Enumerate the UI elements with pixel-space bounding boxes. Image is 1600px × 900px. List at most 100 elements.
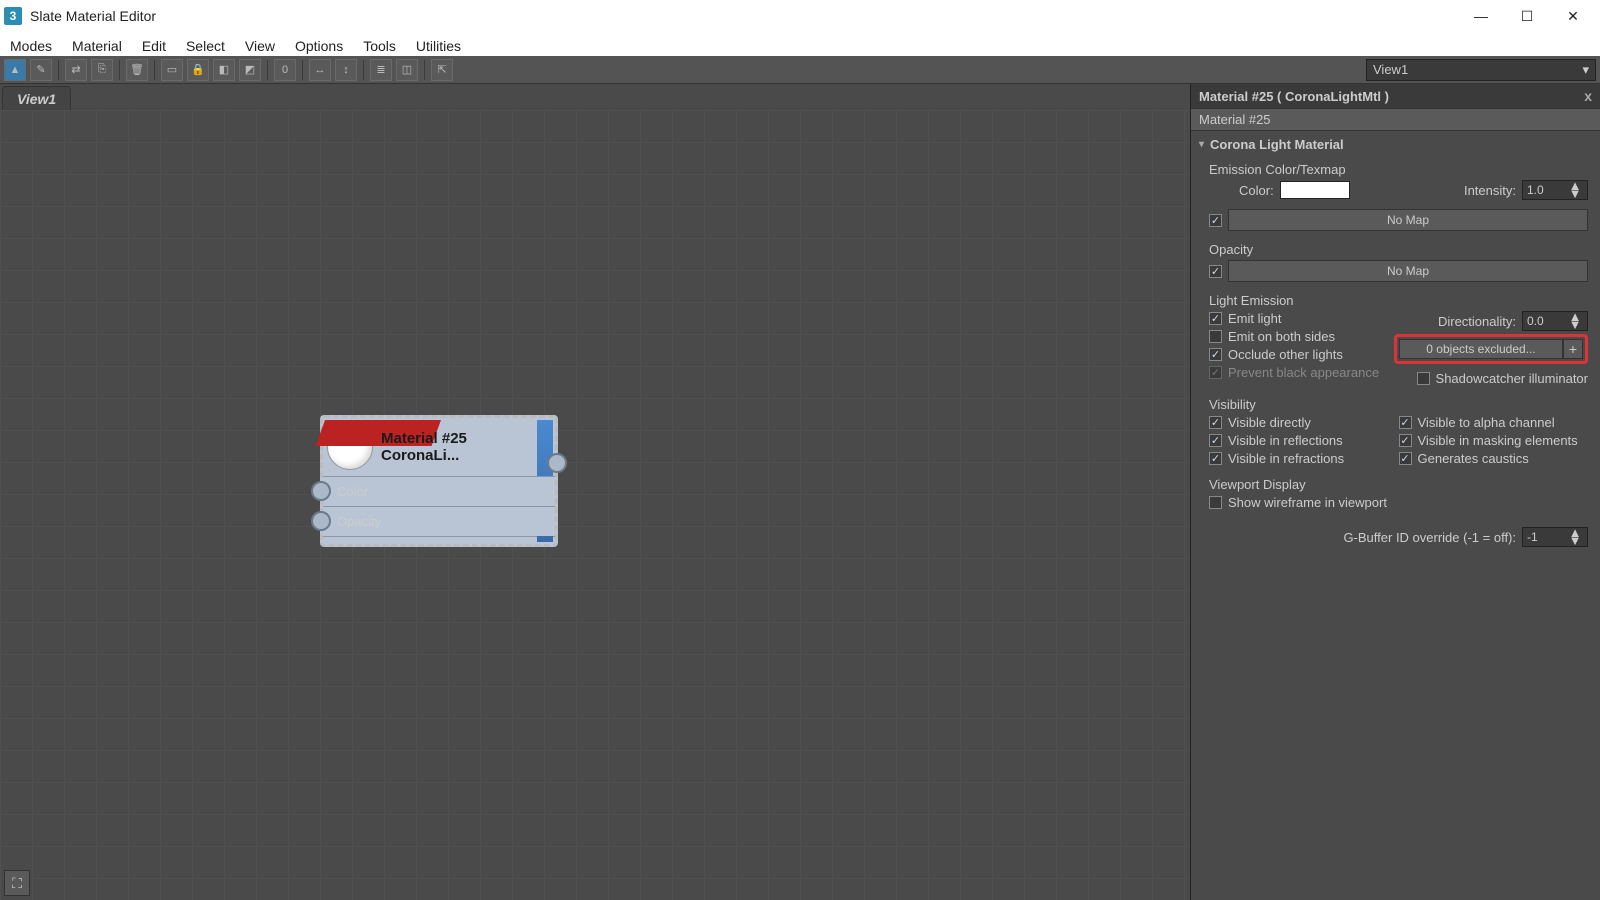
panel-title: Material #25 ( CoronaLightMtl ): [1199, 89, 1389, 104]
tool-assign[interactable]: ⇄: [65, 59, 87, 81]
visible-directly-label: Visible directly: [1228, 415, 1311, 430]
intensity-spinner[interactable]: ▲▼: [1522, 180, 1588, 200]
tool-sample[interactable]: ✎: [30, 59, 52, 81]
gbuffer-spinner[interactable]: ▲▼: [1522, 527, 1588, 547]
visible-masking-label: Visible in masking elements: [1418, 433, 1578, 448]
visible-directly-checkbox[interactable]: [1209, 416, 1222, 429]
node-subtitle: CoronaLi...: [381, 447, 467, 464]
tool-bg[interactable]: ◧: [213, 59, 235, 81]
prevent-label: Prevent black appearance: [1228, 365, 1379, 380]
nav-icon[interactable]: ⛶: [4, 870, 30, 896]
tool-lock[interactable]: 🔒: [187, 59, 209, 81]
visible-alpha-checkbox[interactable]: [1399, 416, 1412, 429]
tool-layout[interactable]: ▭: [161, 59, 183, 81]
spinner-down-icon[interactable]: ▼: [1567, 321, 1583, 329]
generates-caustics-label: Generates caustics: [1418, 451, 1529, 466]
material-name-field[interactable]: Material #25: [1191, 108, 1600, 131]
visible-alpha-label: Visible to alpha channel: [1418, 415, 1555, 430]
output-socket[interactable]: [547, 453, 567, 473]
opacity-map-checkbox[interactable]: [1209, 265, 1222, 278]
rollup-title: Corona Light Material: [1210, 137, 1344, 152]
emit-light-checkbox[interactable]: [1209, 312, 1222, 325]
emit-both-checkbox[interactable]: [1209, 330, 1222, 343]
occlude-checkbox[interactable]: [1209, 348, 1222, 361]
directionality-spinner[interactable]: ▲▼: [1522, 311, 1588, 331]
node-title: Material #25: [381, 430, 467, 447]
rollup-header[interactable]: ▾ Corona Light Material: [1191, 131, 1600, 158]
material-node[interactable]: Material #25 CoronaLi... Color Opacity: [320, 415, 558, 547]
close-button[interactable]: ✕: [1550, 0, 1596, 32]
tool-zero[interactable]: 0: [274, 59, 296, 81]
excluded-add-button[interactable]: +: [1563, 339, 1583, 359]
tool-list[interactable]: ≣: [370, 59, 392, 81]
node-input-label: Opacity: [337, 514, 381, 529]
tool-delete[interactable]: 🗑: [126, 59, 148, 81]
panel-close-icon[interactable]: x: [1584, 88, 1592, 104]
node-canvas[interactable]: Material #25 CoronaLi... Color Opacity ⛶: [0, 110, 1190, 900]
shadowcatcher-checkbox[interactable]: [1417, 372, 1430, 385]
input-socket-color[interactable]: [311, 481, 331, 501]
input-socket-opacity[interactable]: [311, 511, 331, 531]
spinner-down-icon[interactable]: ▼: [1567, 537, 1583, 545]
view-selector-label: View1: [1373, 62, 1408, 77]
titlebar: 3 Slate Material Editor — ☐ ✕: [0, 0, 1600, 32]
group-viewport: Viewport Display: [1209, 477, 1588, 492]
group-light-emission: Light Emission: [1209, 293, 1588, 308]
generates-caustics-checkbox[interactable]: [1399, 452, 1412, 465]
intensity-label: Intensity:: [1464, 183, 1516, 198]
tool-param[interactable]: ◫: [396, 59, 418, 81]
wireframe-checkbox[interactable]: [1209, 496, 1222, 509]
tool-flowh[interactable]: ↔: [309, 59, 331, 81]
emission-map-button[interactable]: No Map: [1228, 209, 1588, 231]
node-header[interactable]: Material #25 CoronaLi...: [323, 418, 555, 476]
opacity-map-button[interactable]: No Map: [1228, 260, 1588, 282]
maximize-button[interactable]: ☐: [1504, 0, 1550, 32]
node-input-opacity[interactable]: Opacity: [323, 506, 555, 536]
spinner-down-icon[interactable]: ▼: [1567, 190, 1583, 198]
intensity-input[interactable]: [1523, 183, 1567, 197]
window-title: Slate Material Editor: [30, 8, 156, 24]
menu-utilities[interactable]: Utilities: [416, 38, 461, 54]
gbuffer-label: G-Buffer ID override (-1 = off):: [1343, 530, 1516, 545]
view-tab[interactable]: View1: [2, 86, 71, 111]
emission-color-swatch[interactable]: [1280, 181, 1350, 199]
prevent-checkbox: [1209, 366, 1222, 379]
emit-light-label: Emit light: [1228, 311, 1281, 326]
visible-refractions-checkbox[interactable]: [1209, 452, 1222, 465]
tool-select[interactable]: ▲: [4, 59, 26, 81]
tool-util[interactable]: ⇱: [431, 59, 453, 81]
node-input-color[interactable]: Color: [323, 476, 555, 506]
collapse-icon: ▾: [1199, 139, 1204, 150]
visible-masking-checkbox[interactable]: [1399, 434, 1412, 447]
menu-edit[interactable]: Edit: [142, 38, 166, 54]
emission-map-checkbox[interactable]: [1209, 214, 1222, 227]
excluded-objects-button[interactable]: 0 objects excluded...: [1399, 339, 1563, 359]
menu-options[interactable]: Options: [295, 38, 343, 54]
minimize-button[interactable]: —: [1458, 0, 1504, 32]
tool-checker[interactable]: ◩: [239, 59, 261, 81]
node-input-label: Color: [337, 484, 368, 499]
menu-select[interactable]: Select: [186, 38, 225, 54]
app-icon: 3: [4, 7, 22, 25]
directionality-input[interactable]: [1523, 314, 1567, 328]
gbuffer-input[interactable]: [1523, 530, 1567, 544]
workspace: ▲ ✎ ⇄ ⎘ 🗑 ▭ 🔒 ◧ ◩ 0 ↔ ↕ ≣ ◫ ⇱ View1 ▾ Vie…: [0, 56, 1600, 900]
view-selector[interactable]: View1 ▾: [1366, 59, 1596, 81]
tool-getfrom[interactable]: ⎘: [91, 59, 113, 81]
parameter-panel: Material #25 ( CoronaLightMtl ) x Materi…: [1190, 84, 1600, 900]
wireframe-label: Show wireframe in viewport: [1228, 495, 1387, 510]
menu-material[interactable]: Material: [72, 38, 122, 54]
shadowcatcher-label: Shadowcatcher illuminator: [1436, 371, 1588, 386]
emit-both-label: Emit on both sides: [1228, 329, 1335, 344]
menu-modes[interactable]: Modes: [10, 38, 52, 54]
visible-reflections-checkbox[interactable]: [1209, 434, 1222, 447]
panel-header: Material #25 ( CoronaLightMtl ) x: [1191, 84, 1600, 108]
tool-flowv[interactable]: ↕: [335, 59, 357, 81]
menu-tools[interactable]: Tools: [363, 38, 396, 54]
visible-reflections-label: Visible in reflections: [1228, 433, 1343, 448]
chevron-down-icon: ▾: [1582, 62, 1589, 78]
color-label: Color:: [1239, 183, 1274, 198]
excluded-highlight: 0 objects excluded... +: [1394, 334, 1588, 364]
menu-view[interactable]: View: [245, 38, 275, 54]
group-emission: Emission Color/Texmap: [1209, 162, 1588, 177]
